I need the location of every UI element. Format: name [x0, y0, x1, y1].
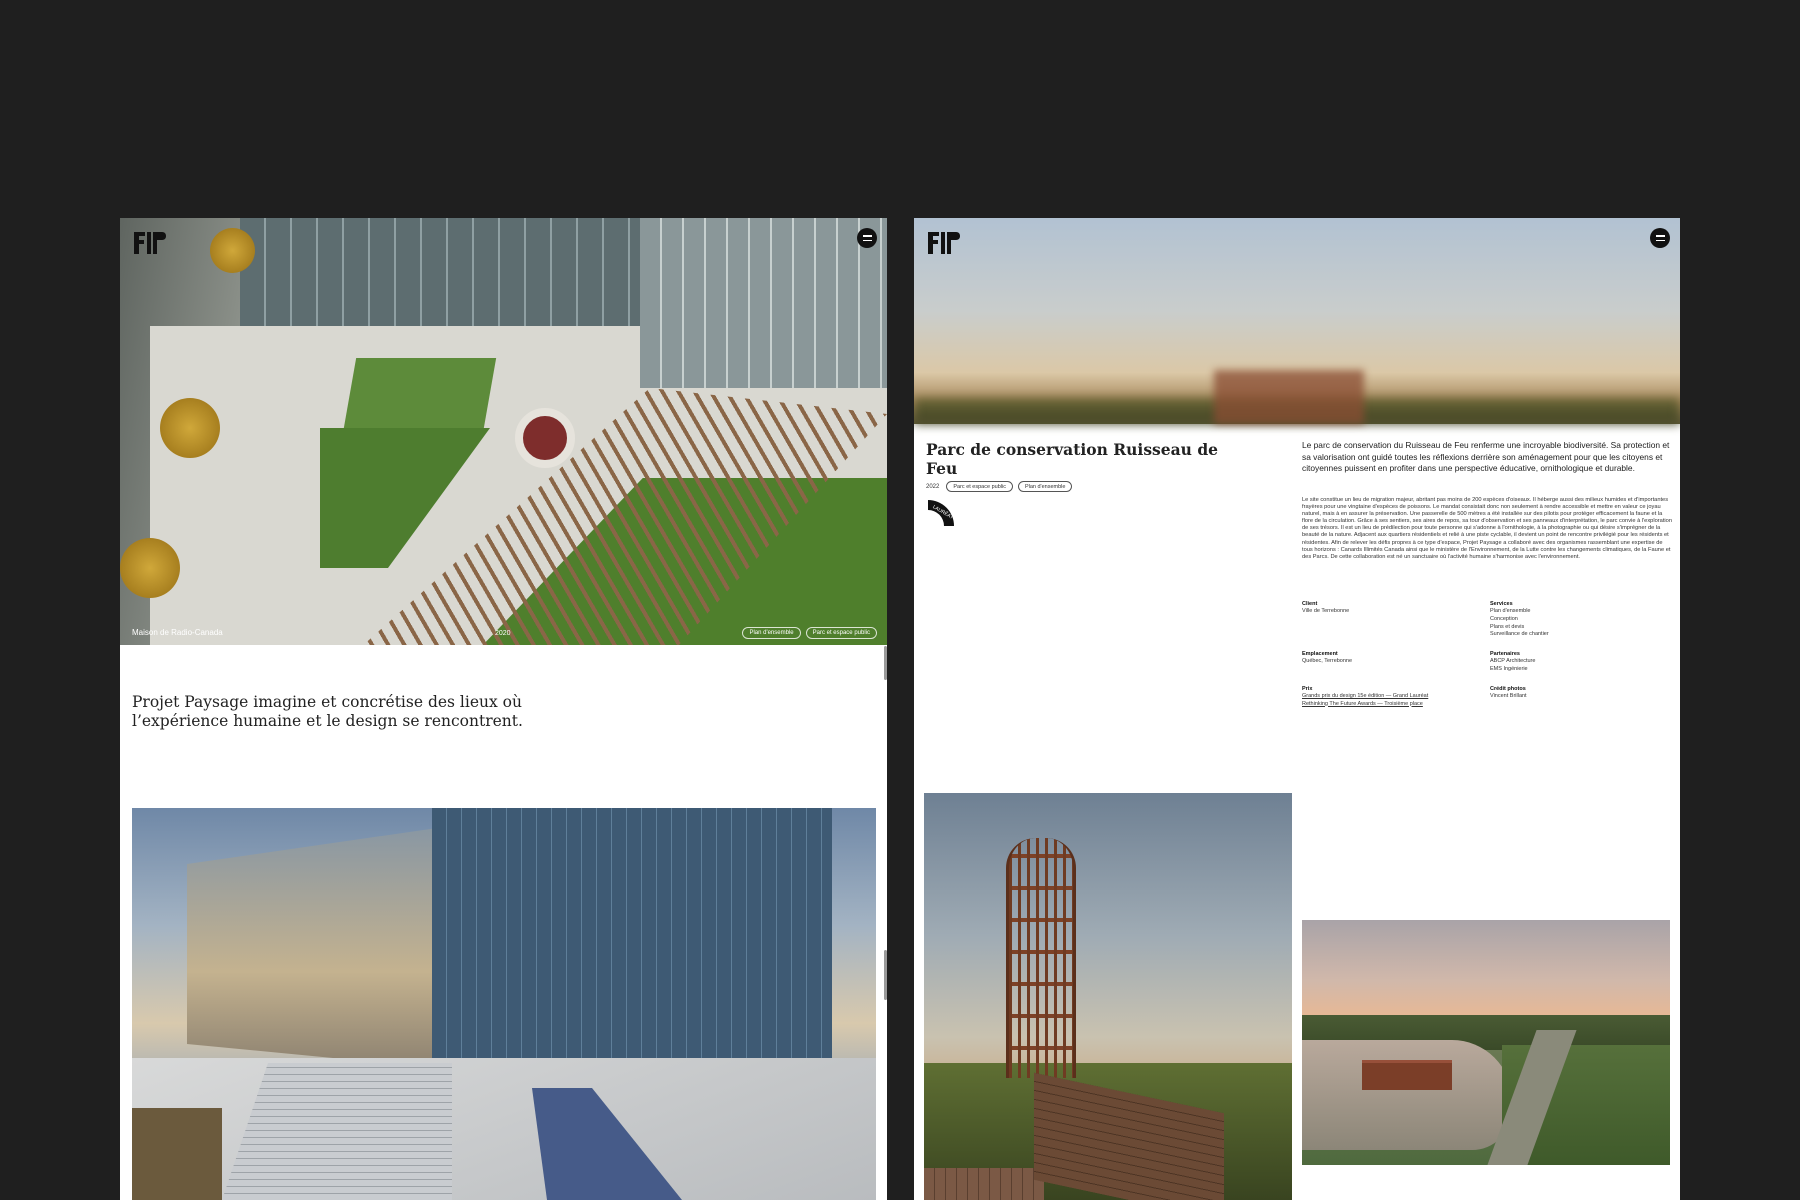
project-title: Parc de conservation Ruisseau de Feu: [926, 440, 1219, 478]
info-awards: Prix Grands prix du design 15e édition —…: [1302, 686, 1490, 709]
info-partner-item: EMS Ingénierie: [1490, 665, 1528, 672]
site-logo-right[interactable]: [926, 230, 962, 256]
project-lead: Le parc de conservation du Ruisseau de F…: [1302, 440, 1670, 473]
hero-tags: Plan d'ensemble Parc et espace public: [742, 627, 877, 639]
project-photo-observation-tower[interactable]: [924, 793, 1292, 1200]
scrollbar-thumb[interactable]: [884, 646, 887, 680]
info-client-value: Ville de Terrebonne: [1302, 608, 1350, 614]
info-location-value: Québec, Terrebonne: [1302, 658, 1353, 665]
hero-image-ruisseau-de-feu[interactable]: [914, 218, 1680, 424]
scrollbar-thumb-secondary[interactable]: [884, 950, 887, 1000]
homepage-panel: Maison de Radio-Canada 2020 Plan d'ensem…: [120, 218, 887, 1200]
info-client: Client Ville de Terrebonne: [1302, 601, 1490, 639]
site-logo[interactable]: [132, 230, 168, 256]
info-partner-item: ABCP Architecture: [1490, 658, 1536, 665]
laureat-badge-icon: LAURÉAT: [928, 500, 955, 526]
info-photo-credit-label: Crédit photos: [1490, 685, 1526, 692]
info-services: Services Plan d'ensemble Conception Plan…: [1490, 601, 1672, 639]
homepage-tagline: Projet Paysage imagine et concrétise des…: [132, 693, 523, 730]
project-photo-building[interactable]: [132, 808, 876, 1200]
browser-canvas: Maison de Radio-Canada 2020 Plan d'ensem…: [0, 0, 1800, 1200]
award-link[interactable]: Rethinking The Future Awards — Troisième…: [1302, 701, 1490, 709]
laureat-badge: LAURÉAT: [926, 498, 956, 528]
hero-caption: Maison de Radio-Canada: [132, 628, 223, 637]
tag-plan-ensemble[interactable]: Plan d'ensemble: [742, 627, 801, 639]
hero-year: 2020: [495, 630, 511, 637]
logo-icon: [928, 232, 960, 254]
info-photo-credit: Crédit photos Vincent Brillant: [1490, 686, 1672, 709]
info-services-label: Services: [1490, 601, 1513, 607]
project-meta: 2022 Parc et espace public Plan d'ensemb…: [926, 481, 1073, 492]
project-detail-panel: Parc de conservation Ruisseau de Feu 202…: [914, 218, 1680, 1200]
logo-icon: [134, 232, 166, 254]
hamburger-menu-icon[interactable]: [857, 228, 877, 248]
info-partners: Partenaires ABCP Architecture EMS Ingéni…: [1490, 651, 1672, 674]
tag-plan-ensemble[interactable]: Plan d'ensemble: [1017, 481, 1073, 492]
tag-parc-espace-public[interactable]: Parc et espace public: [805, 627, 877, 639]
info-location: Emplacement Québec, Terrebonne: [1302, 651, 1490, 674]
info-awards-label: Prix: [1302, 685, 1313, 692]
project-description: Le site constitue un lieu de migration m…: [1302, 497, 1672, 560]
hero-image-radio-canada[interactable]: Maison de Radio-Canada 2020 Plan d'ensem…: [120, 218, 887, 645]
info-service-item: Plan d'ensemble: [1490, 608, 1531, 614]
info-location-label: Emplacement: [1302, 651, 1338, 658]
info-service-item: Surveillance de chantier: [1490, 631, 1549, 638]
info-photo-credit-value: Vincent Brillant: [1490, 692, 1527, 699]
tag-parc-espace-public[interactable]: Parc et espace public: [946, 481, 1013, 492]
info-client-label: Client: [1302, 601, 1318, 607]
project-info-grid: Client Ville de Terrebonne Services Plan…: [1302, 601, 1672, 708]
info-service-item: Plans et devis: [1490, 623, 1525, 630]
project-year: 2022: [926, 483, 940, 490]
project-photo-pond-dock[interactable]: [1302, 920, 1670, 1165]
hamburger-menu-icon[interactable]: [1650, 228, 1670, 248]
info-partners-label: Partenaires: [1490, 651, 1520, 658]
info-service-item: Conception: [1490, 615, 1518, 622]
award-link[interactable]: Grands prix du design 15e édition — Gran…: [1302, 693, 1490, 701]
